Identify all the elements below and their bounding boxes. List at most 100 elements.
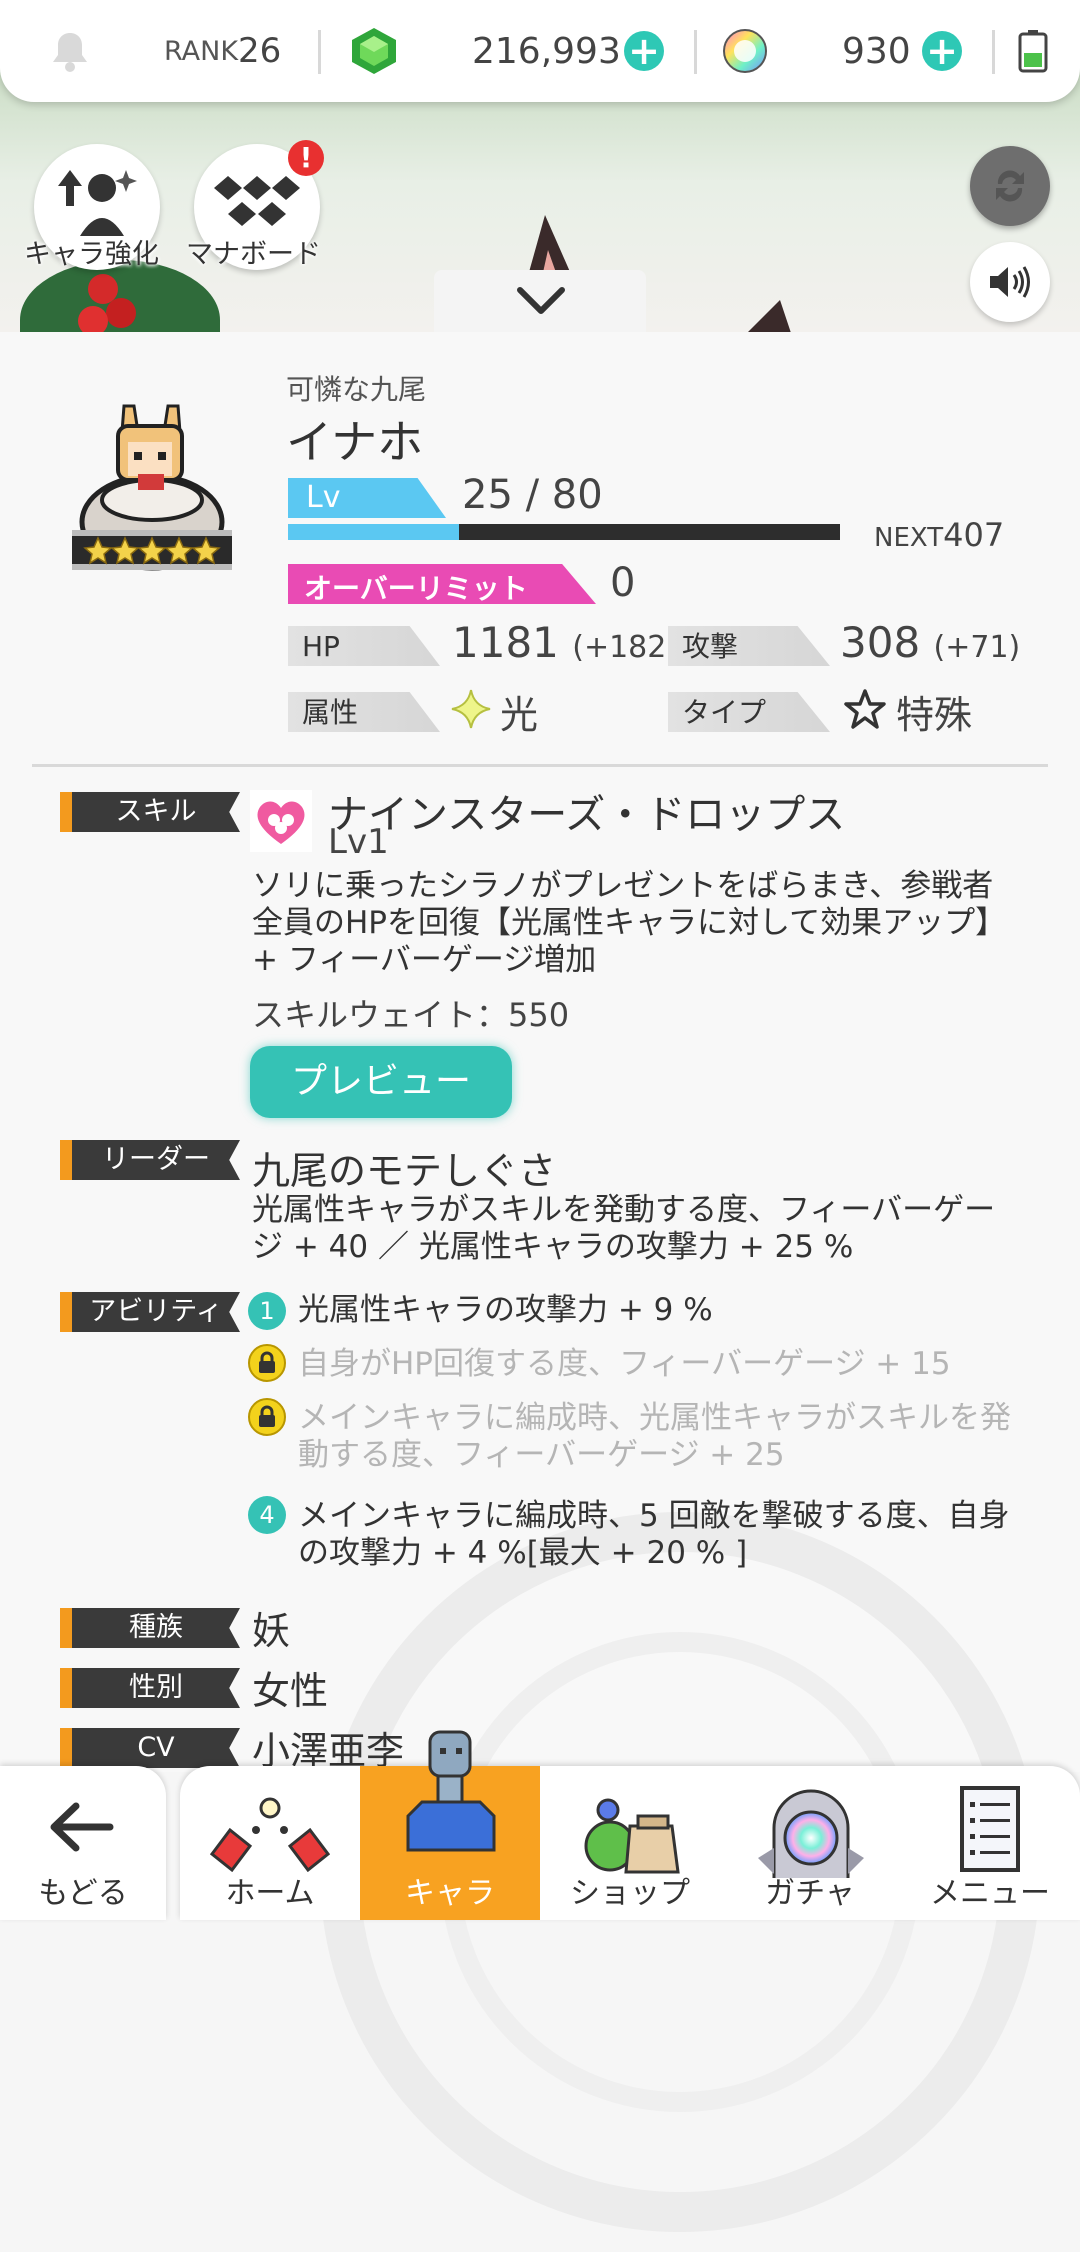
nav-home[interactable]: ホーム: [180, 1766, 360, 1920]
mana-board-label: マナボード: [186, 239, 321, 270]
ability-item-text: 光属性キャラの攻撃力 + 9 %: [298, 1292, 713, 1328]
berry-decoration: [78, 306, 108, 332]
ability-item-text: メインキャラに編成時、5 回敵を撃破する度、自身の攻撃力 + 4 %[最大 + …: [298, 1498, 1010, 1571]
attack-label: 攻撃: [668, 626, 830, 666]
hp-value: 1181 (+182): [452, 618, 678, 667]
type-value: 特殊: [896, 693, 973, 737]
plus-icon: +: [922, 31, 962, 71]
race-value: 妖: [252, 1609, 291, 1653]
orb-icon: [722, 0, 768, 102]
character-pixel-avatar[interactable]: [72, 402, 232, 602]
gender-tag: 性別: [60, 1668, 240, 1708]
leader-skill-description: 光属性キャラがスキルを発動する度、フィーバーゲージ + 40 ／ 光属性キャラの…: [252, 1192, 996, 1265]
fox-ear-decoration: [748, 300, 791, 332]
status-bar: RANK 26 216,993 + 930 +: [0, 0, 1080, 102]
next-exp: NEXT407: [874, 516, 1004, 554]
leader-skill-name: 九尾のモテしぐさ: [252, 1149, 557, 1193]
section-divider: [32, 764, 1048, 767]
next-value: 407: [943, 516, 1005, 554]
voice-button[interactable]: [970, 242, 1050, 322]
character-name: イナホ: [286, 415, 424, 469]
notification-badge: !: [288, 140, 324, 176]
exp-bar-fill: [288, 524, 460, 540]
speaker-icon: [990, 266, 1030, 298]
nav-chara[interactable]: キャラ: [360, 1730, 540, 1920]
add-orbs-button[interactable]: +: [922, 0, 962, 102]
race-tag: 種族: [60, 1608, 240, 1648]
back-label: もどる: [38, 1876, 128, 1911]
attack-number: 308: [840, 618, 921, 667]
nav-gacha-label: ガチャ: [765, 1876, 855, 1911]
gem-icon: [348, 0, 400, 102]
add-gems-button[interactable]: +: [624, 0, 664, 102]
hp-bonus: (+182): [572, 630, 679, 665]
lock-icon: [248, 1344, 286, 1382]
skill-preview-button[interactable]: プレビュー: [250, 1046, 512, 1118]
mana-board-icon: [214, 176, 300, 226]
ability-number-badge: 4: [248, 1496, 286, 1534]
overlimit-value: 0: [610, 560, 636, 606]
next-label: NEXT: [874, 523, 944, 553]
swap-costume-button[interactable]: [970, 146, 1050, 226]
overlimit-tag: オーバーリミット: [288, 564, 596, 604]
chevron-down-icon: [517, 287, 565, 314]
menu-list-icon: [960, 1786, 1020, 1872]
character-title: 可憐な九尾: [286, 373, 427, 406]
skill-name: ナインスターズ・ドロップス: [328, 792, 846, 838]
level-tag: Lv: [288, 478, 446, 518]
attribute-label: 属性: [288, 692, 440, 732]
nav-gacha[interactable]: ガチャ: [720, 1766, 900, 1920]
level-label: Lv: [306, 480, 341, 515]
battery-icon: [1018, 0, 1048, 102]
chara-enhance-label: キャラ強化: [24, 239, 159, 270]
plus-icon: +: [624, 31, 664, 71]
ability-item-text-locked: 自身がHP回復する度、フィーバーゲージ + 15: [298, 1346, 951, 1382]
lock-icon: [248, 1398, 286, 1436]
main-nav-bar: ホーム キャラ ショップ ガチャ メニュー: [180, 1730, 1080, 1920]
nav-shop[interactable]: ショップ: [540, 1766, 720, 1920]
nav-menu-label: メニュー: [930, 1876, 1050, 1911]
hp-number: 1181: [452, 618, 559, 667]
nav-home-label: ホーム: [225, 1876, 315, 1911]
skill-wait: スキルウェイト：550: [252, 996, 570, 1034]
exp-bar: [288, 524, 840, 540]
attribute-value: 光: [500, 693, 539, 737]
skill-description: ソリに乗ったシラノがプレゼントをばらまき、参戦者全員のHPを回復【光属性キャラに…: [252, 868, 1007, 978]
chara-upgrade-icon: [58, 170, 137, 236]
gem-count: 216,993: [472, 30, 621, 72]
bottom-navigation: もどる ホーム キャラ ショップ ガチャ メニュー: [0, 1730, 1080, 1920]
berry-decoration: [106, 298, 136, 328]
hp-label: HP: [288, 626, 440, 666]
skill-heart-icon: [257, 801, 305, 844]
attack-bonus: (+71): [933, 630, 1021, 665]
notification-bell-icon[interactable]: [50, 0, 90, 102]
rank-label: RANK: [164, 35, 239, 67]
collapse-panel-tab[interactable]: [434, 270, 646, 332]
nav-chara-label: キャラ: [405, 1876, 495, 1911]
skill-tag: スキル: [60, 792, 240, 832]
ability-number-badge: 1: [248, 1292, 286, 1330]
attack-value: 308 (+71): [840, 618, 1020, 667]
orb-count: 930: [842, 30, 911, 72]
shop-bag-icon: [584, 1798, 680, 1874]
overlimit-label: オーバーリミット: [304, 572, 528, 605]
refresh-icon: [996, 170, 1024, 202]
leader-tag: リーダー: [60, 1140, 240, 1180]
light-attribute-icon: [451, 689, 491, 729]
nav-menu[interactable]: メニュー: [900, 1766, 1080, 1920]
back-arrow-icon: [50, 1802, 114, 1852]
gender-value: 女性: [252, 1669, 329, 1713]
level-value: 25 / 80: [462, 472, 603, 518]
ability-item-text-locked: メインキャラに編成時、光属性キャラがスキルを発動する度、フィーバーゲージ + 2…: [298, 1400, 1011, 1473]
back-button[interactable]: もどる: [0, 1766, 166, 1920]
ability-tag: アビリティ: [60, 1292, 240, 1332]
rank-display: RANK 26: [164, 0, 281, 102]
skill-icon-frame: [250, 790, 312, 852]
skill-level: Lv1: [328, 822, 389, 862]
home-icon: [210, 1797, 330, 1872]
nav-shop-label: ショップ: [570, 1876, 690, 1911]
character-detail-panel: 可憐な九尾 イナホ Lv 25 / 80 NEXT407 オーバーリミット 0 …: [0, 332, 1080, 2232]
special-type-star-icon: [844, 689, 886, 729]
type-label: タイプ: [668, 692, 830, 732]
chara-icon: [406, 1730, 496, 1852]
